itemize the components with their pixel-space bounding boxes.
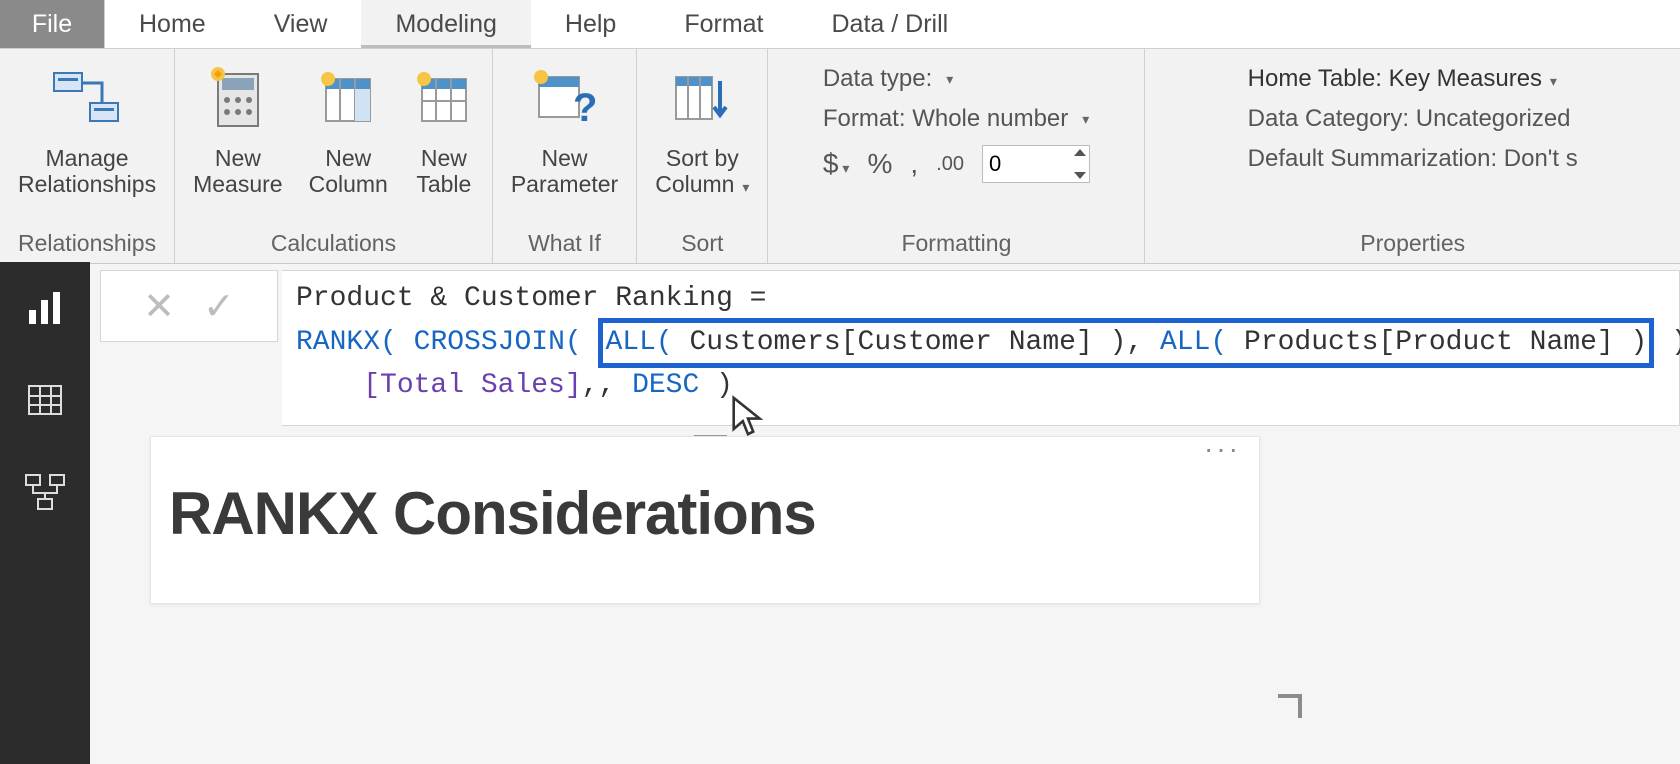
home-table-dropdown[interactable]: Home Table: Key Measures ▾ bbox=[1248, 65, 1557, 93]
tab-view[interactable]: View bbox=[240, 0, 362, 48]
new-table-button[interactable]: New Table bbox=[414, 59, 474, 198]
sort-icon bbox=[670, 59, 734, 139]
group-label-whatif: What If bbox=[511, 226, 618, 263]
group-label-calculations: Calculations bbox=[193, 226, 474, 263]
data-category-dropdown[interactable]: Data Category: Uncategorized bbox=[1248, 105, 1571, 133]
new-column-icon bbox=[318, 59, 378, 139]
group-properties: Home Table: Key Measures ▾ Data Category… bbox=[1145, 49, 1680, 263]
group-calculations: New Measure New Column bbox=[175, 49, 493, 263]
after-measure: ,, bbox=[582, 370, 632, 401]
sort-by-column-label: Sort by Column ▾ bbox=[655, 145, 749, 198]
measure-ref: [Total Sales] bbox=[363, 370, 581, 401]
group-sort: Sort by Column ▾ Sort bbox=[637, 49, 768, 263]
new-table-label: New Table bbox=[416, 145, 471, 198]
format-label[interactable]: Format: Whole number bbox=[823, 105, 1068, 133]
chevron-down-icon[interactable]: ▾ bbox=[946, 71, 953, 88]
tab-help[interactable]: Help bbox=[531, 0, 650, 48]
new-parameter-button[interactable]: ? New Parameter bbox=[511, 59, 618, 198]
tab-strip: File Home View Modeling Help Format Data… bbox=[0, 0, 1680, 49]
group-formatting: Data type: ▾ Format: Whole number ▾ $▾ %… bbox=[768, 49, 1145, 263]
sep: , bbox=[1126, 327, 1160, 358]
new-measure-label: New Measure bbox=[193, 145, 282, 198]
fn-all-2: ALL( bbox=[1160, 327, 1227, 358]
thousands-button[interactable]: , bbox=[910, 148, 918, 180]
tab-file[interactable]: File bbox=[0, 0, 105, 48]
manage-relationships-label: Manage Relationships bbox=[18, 145, 156, 198]
group-label-sort: Sort bbox=[655, 226, 749, 263]
tab-modeling[interactable]: Modeling bbox=[361, 0, 530, 48]
decimals-input[interactable] bbox=[982, 145, 1090, 183]
measure-name: Product & Customer Ranking = bbox=[296, 283, 783, 314]
new-table-icon bbox=[414, 59, 474, 139]
default-summarization-dropdown[interactable]: Default Summarization: Don't s bbox=[1248, 145, 1578, 173]
group-relationships: Manage Relationships Relationships bbox=[0, 49, 175, 263]
fn-rankx: RANKX( bbox=[296, 327, 397, 358]
calculator-icon bbox=[208, 59, 268, 139]
group-label-properties: Properties bbox=[1163, 226, 1662, 263]
sort-by-column-button[interactable]: Sort by Column ▾ bbox=[655, 59, 749, 198]
data-view-button[interactable] bbox=[21, 376, 69, 424]
indent bbox=[296, 370, 363, 401]
relationship-icon bbox=[52, 59, 122, 139]
ribbon: Manage Relationships Relationships bbox=[0, 49, 1680, 264]
highlight-box: ALL( Customers[Customer Name] ), ALL( Pr… bbox=[598, 318, 1654, 369]
kw-desc: DESC bbox=[632, 370, 699, 401]
formula-editor[interactable]: Product & Customer Ranking = RANKX( CROS… bbox=[282, 270, 1680, 426]
all2-arg: Products[Product Name] ) bbox=[1227, 327, 1647, 358]
svg-text:?: ? bbox=[573, 86, 597, 130]
new-measure-button[interactable]: New Measure bbox=[193, 59, 282, 198]
group-label-formatting: Formatting bbox=[786, 226, 1126, 263]
fn-crossjoin: CROSSJOIN( bbox=[414, 327, 582, 358]
all1-arg: Customers[Customer Name] ) bbox=[673, 327, 1127, 358]
new-column-button[interactable]: New Column bbox=[309, 59, 388, 198]
parameter-icon: ? bbox=[533, 59, 597, 139]
cursor-icon bbox=[731, 395, 765, 437]
chevron-down-icon: ▾ bbox=[738, 179, 749, 195]
chevron-down-icon[interactable]: ▾ bbox=[1082, 111, 1089, 128]
model-view-button[interactable] bbox=[21, 468, 69, 516]
visual-card[interactable]: ··· RANKX Considerations bbox=[150, 436, 1260, 604]
view-rail bbox=[0, 262, 90, 764]
visual-more-menu[interactable]: ··· bbox=[1204, 433, 1241, 465]
new-parameter-label: New Parameter bbox=[511, 145, 618, 198]
group-whatif: ? New Parameter What If bbox=[493, 49, 637, 263]
group-label-relationships: Relationships bbox=[18, 226, 156, 263]
fn-all-1: ALL( bbox=[605, 327, 672, 358]
tab-data-drill[interactable]: Data / Drill bbox=[798, 0, 983, 48]
close-rankx: ) bbox=[699, 370, 733, 401]
canvas-resize-icon bbox=[1276, 694, 1310, 728]
decimals-icon: .00 bbox=[936, 153, 964, 176]
percent-button[interactable]: % bbox=[867, 148, 892, 180]
new-column-label: New Column bbox=[309, 145, 388, 198]
commit-formula-button[interactable]: ✓ bbox=[203, 284, 235, 329]
cancel-formula-button[interactable]: ✕ bbox=[143, 284, 175, 329]
visual-title: RANKX Considerations bbox=[151, 437, 1259, 548]
manage-relationships-button[interactable]: Manage Relationships bbox=[18, 59, 156, 198]
datatype-label: Data type: bbox=[823, 65, 932, 93]
decimals-spinner[interactable] bbox=[982, 145, 1090, 183]
close-crossjoin: ), bbox=[1654, 327, 1680, 358]
currency-button[interactable]: $▾ bbox=[823, 148, 850, 180]
report-view-button[interactable] bbox=[21, 284, 69, 332]
tab-home[interactable]: Home bbox=[105, 0, 240, 48]
formula-controls: ✕ ✓ bbox=[100, 270, 278, 342]
tab-format[interactable]: Format bbox=[650, 0, 797, 48]
